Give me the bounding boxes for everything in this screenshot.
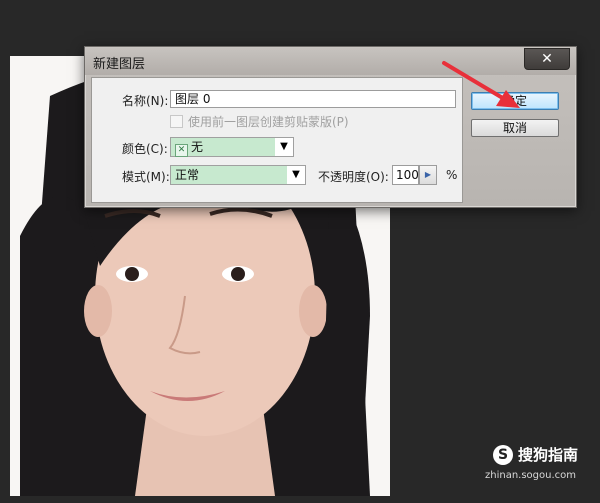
mode-label: 模式(M): — [122, 170, 170, 184]
color-label: 颜色(C): — [122, 142, 168, 156]
name-label: 名称(N): — [122, 94, 169, 108]
clip-mask-label: 使用前一图层创建剪贴蒙版(P) — [188, 115, 349, 129]
close-button[interactable]: ✕ — [524, 48, 570, 70]
sogou-logo-icon: S — [492, 444, 513, 465]
opacity-label: 不透明度(O): — [318, 170, 389, 184]
spinner-right-icon: ▶ — [424, 170, 432, 179]
chevron-down-icon: ▼ — [280, 141, 288, 152]
mode-value: 正常 — [175, 168, 200, 182]
watermark-name: 搜狗指南 — [517, 446, 578, 464]
opacity-spinner-button[interactable]: ▶ — [419, 165, 437, 185]
cancel-button[interactable]: 取消 — [471, 119, 559, 137]
color-select[interactable]: ✕ 无 ▼ — [170, 137, 294, 157]
sogou-watermark: S 搜狗指南 — [492, 444, 578, 465]
layer-name-input[interactable]: 图层 0 — [170, 90, 456, 108]
blend-mode-select[interactable]: 正常 ▼ — [170, 165, 306, 185]
options-panel: 名称(N): 图层 0 使用前一图层创建剪贴蒙版(P) 颜色(C): ✕ 无 ▼ … — [91, 77, 463, 203]
opacity-unit: % — [446, 168, 458, 182]
chevron-down-icon: ▼ — [292, 169, 300, 180]
watermark-url: zhinan.sogou.com — [484, 470, 576, 481]
clip-mask-checkbox[interactable] — [170, 115, 183, 128]
opacity-input[interactable]: 100 — [392, 165, 419, 185]
annotation-arrow-icon — [442, 61, 520, 108]
close-icon: ✕ — [541, 51, 553, 67]
color-value: 无 — [191, 140, 204, 154]
dialog-title: 新建图层 — [93, 57, 146, 72]
no-color-swatch-icon: ✕ — [175, 144, 188, 157]
